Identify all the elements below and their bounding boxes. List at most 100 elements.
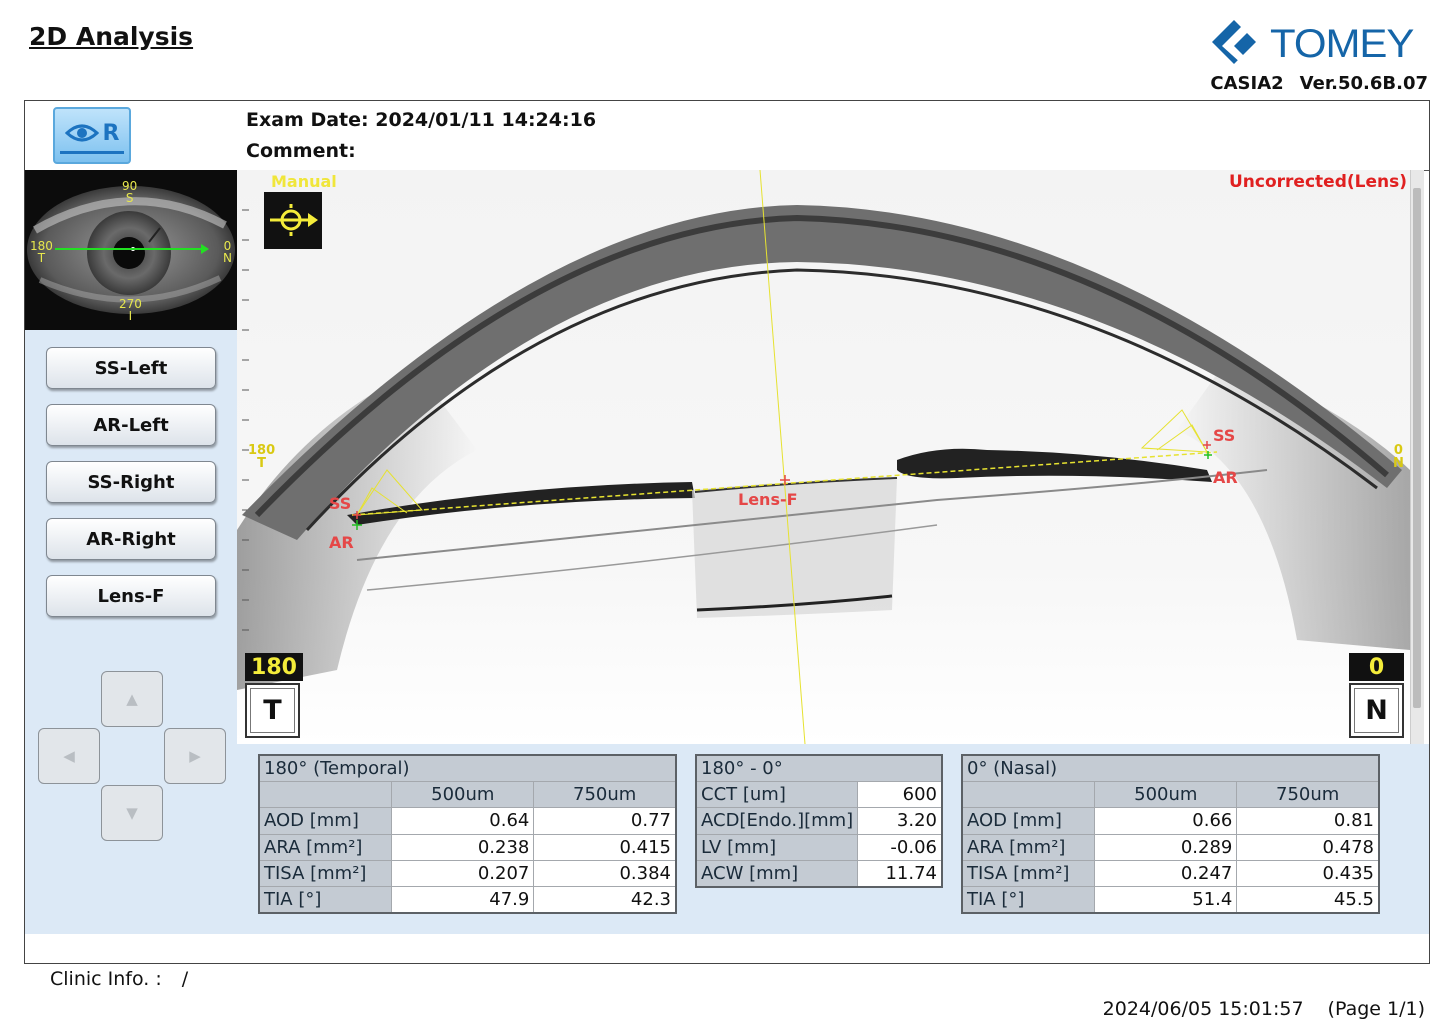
comment-label: Comment: <box>246 140 356 162</box>
move-left-button[interactable]: ◀ <box>38 728 100 784</box>
oct-scan-image[interactable] <box>237 170 1410 744</box>
clinic-info: Clinic Info. : / <box>50 968 188 990</box>
center-title: 180° - 0° <box>695 754 943 782</box>
right-ss-marker-label: SS <box>1213 426 1236 445</box>
move-up-button[interactable]: ▲ <box>101 671 163 727</box>
left-ar-marker-label: AR <box>329 533 354 552</box>
oct-scan-graphic <box>237 170 1410 744</box>
table-row: TISA [mm²] 0.207 0.384 <box>258 860 677 888</box>
table-row: TIA [°] 51.4 45.5 <box>961 886 1380 914</box>
correction-label: Uncorrected(Lens) <box>1229 172 1407 192</box>
cell-value: 0.289 <box>1094 833 1238 862</box>
nasal-col-500: 500um <box>1094 780 1238 809</box>
cell-value: 51.4 <box>1094 886 1238 914</box>
temporal-table: 180° (Temporal) 500um 750um AOD [mm] 0.6… <box>258 754 677 915</box>
temporal-col-750: 750um <box>533 780 677 809</box>
left-ss-marker-label: SS <box>329 494 352 513</box>
cell-value: 0.77 <box>533 807 677 835</box>
tomey-logo: TOMEY <box>1212 18 1422 70</box>
table-row: CCT [um] 600 <box>695 780 943 809</box>
ss-left-button[interactable]: SS-Left <box>46 347 216 389</box>
right-angle-box: 0 <box>1349 653 1404 681</box>
arrow-down-icon: ▼ <box>126 804 138 822</box>
cell-value: 0.66 <box>1094 807 1238 835</box>
oct-scrollbar[interactable] <box>1410 170 1424 744</box>
cell-value: 0.478 <box>1236 833 1380 862</box>
cell-value: 3.20 <box>857 807 943 835</box>
eye-icon <box>64 124 99 142</box>
move-right-button[interactable]: ▶ <box>164 728 226 784</box>
temporal-title: 180° (Temporal) <box>258 754 677 782</box>
device-name: CASIA2 <box>1210 73 1284 94</box>
cell-value: 11.74 <box>857 860 943 888</box>
left-angle-box: 180 <box>245 653 303 681</box>
eye-side-badge: R <box>53 107 131 164</box>
table-row: AOD [mm] 0.66 0.81 <box>961 807 1380 835</box>
table-row: ARA [mm²] 0.238 0.415 <box>258 833 677 862</box>
ss-right-button[interactable]: SS-Right <box>46 461 216 503</box>
row-label: ACD[Endo.][mm] <box>695 807 859 835</box>
fundus-left-label: 180 T <box>30 239 53 265</box>
exam-date-label: Exam Date: <box>246 109 369 131</box>
cell-value: 42.3 <box>533 886 677 914</box>
temporal-col-500: 500um <box>391 780 535 809</box>
comment: Comment: <box>246 140 356 162</box>
arrow-up-icon: ▲ <box>126 690 138 708</box>
move-down-button[interactable]: ▼ <box>101 785 163 841</box>
software-version: Ver.50.6B.07 <box>1299 73 1428 94</box>
table-row: TISA [mm²] 0.247 0.435 <box>961 860 1380 888</box>
version-line: CASIA2 Ver.50.6B.07 <box>1210 73 1428 94</box>
page-number: (Page 1/1) <box>1327 998 1425 1020</box>
row-label: TIA [°] <box>258 886 393 914</box>
row-label: AOD [mm] <box>258 807 393 835</box>
eye-side-letter: R <box>102 120 120 146</box>
anterior-eye-photo[interactable]: 90 S 180 T 0N 270 I <box>25 170 237 330</box>
cell-value: 0.415 <box>533 833 677 862</box>
row-label: ARA [mm²] <box>961 833 1096 862</box>
exam-date: Exam Date: 2024/01/11 14:24:16 <box>246 109 596 131</box>
brand-name: TOMEY <box>1270 22 1414 66</box>
cell-value: 0.207 <box>391 860 535 888</box>
exam-date-value: 2024/01/11 14:24:16 <box>375 109 597 131</box>
cell-value: 47.9 <box>391 886 535 914</box>
row-label: TISA [mm²] <box>961 860 1096 888</box>
nasal-col-750: 750um <box>1236 780 1380 809</box>
cell-value: -0.06 <box>857 833 943 862</box>
right-direction-box: N <box>1349 683 1404 738</box>
cell-value: 600 <box>857 780 943 809</box>
cell-value: 0.81 <box>1236 807 1380 835</box>
row-label: TIA [°] <box>961 886 1096 914</box>
nasal-title: 0° (Nasal) <box>961 754 1380 782</box>
clinic-info-label: Clinic Info. : <box>50 968 162 990</box>
ar-left-button[interactable]: AR-Left <box>46 404 216 446</box>
page-title: 2D Analysis <box>29 22 194 51</box>
row-label: CCT [um] <box>695 780 859 809</box>
cell-value: 0.384 <box>533 860 677 888</box>
manual-mode-button[interactable] <box>264 192 322 249</box>
table-row: ACD[Endo.][mm] 3.20 <box>695 807 943 835</box>
clinic-info-value: / <box>181 968 189 990</box>
nasal-corner <box>961 780 1096 809</box>
print-footer: 2024/06/05 15:01:57 (Page 1/1) <box>1103 998 1425 1020</box>
arrow-left-icon: ◀ <box>63 747 75 765</box>
fundus-top-label: 90 S <box>122 179 138 205</box>
scan-left-edge-label: 180 T <box>248 443 276 471</box>
cell-value: 0.64 <box>391 807 535 835</box>
ar-right-button[interactable]: AR-Right <box>46 518 216 560</box>
manual-target-icon <box>270 204 318 236</box>
scan-right-edge-label: 0N <box>1393 443 1404 471</box>
print-timestamp: 2024/06/05 15:01:57 <box>1102 998 1304 1020</box>
cell-value: 0.247 <box>1094 860 1238 888</box>
tomey-logo-icon <box>1212 20 1256 64</box>
table-row: AOD [mm] 0.64 0.77 <box>258 807 677 835</box>
lens-f-button[interactable]: Lens-F <box>46 575 216 617</box>
row-label: TISA [mm²] <box>258 860 393 888</box>
oct-scrollbar-thumb[interactable] <box>1413 188 1421 708</box>
cell-value: 0.238 <box>391 833 535 862</box>
right-ar-marker-label: AR <box>1213 468 1238 487</box>
table-row: TIA [°] 47.9 42.3 <box>258 886 677 914</box>
fundus-right-label: 0N <box>223 239 232 265</box>
table-row: ACW [mm] 11.74 <box>695 860 943 888</box>
nasal-table: 0° (Nasal) 500um 750um AOD [mm] 0.66 0.8… <box>961 754 1380 915</box>
row-label: LV [mm] <box>695 833 859 862</box>
